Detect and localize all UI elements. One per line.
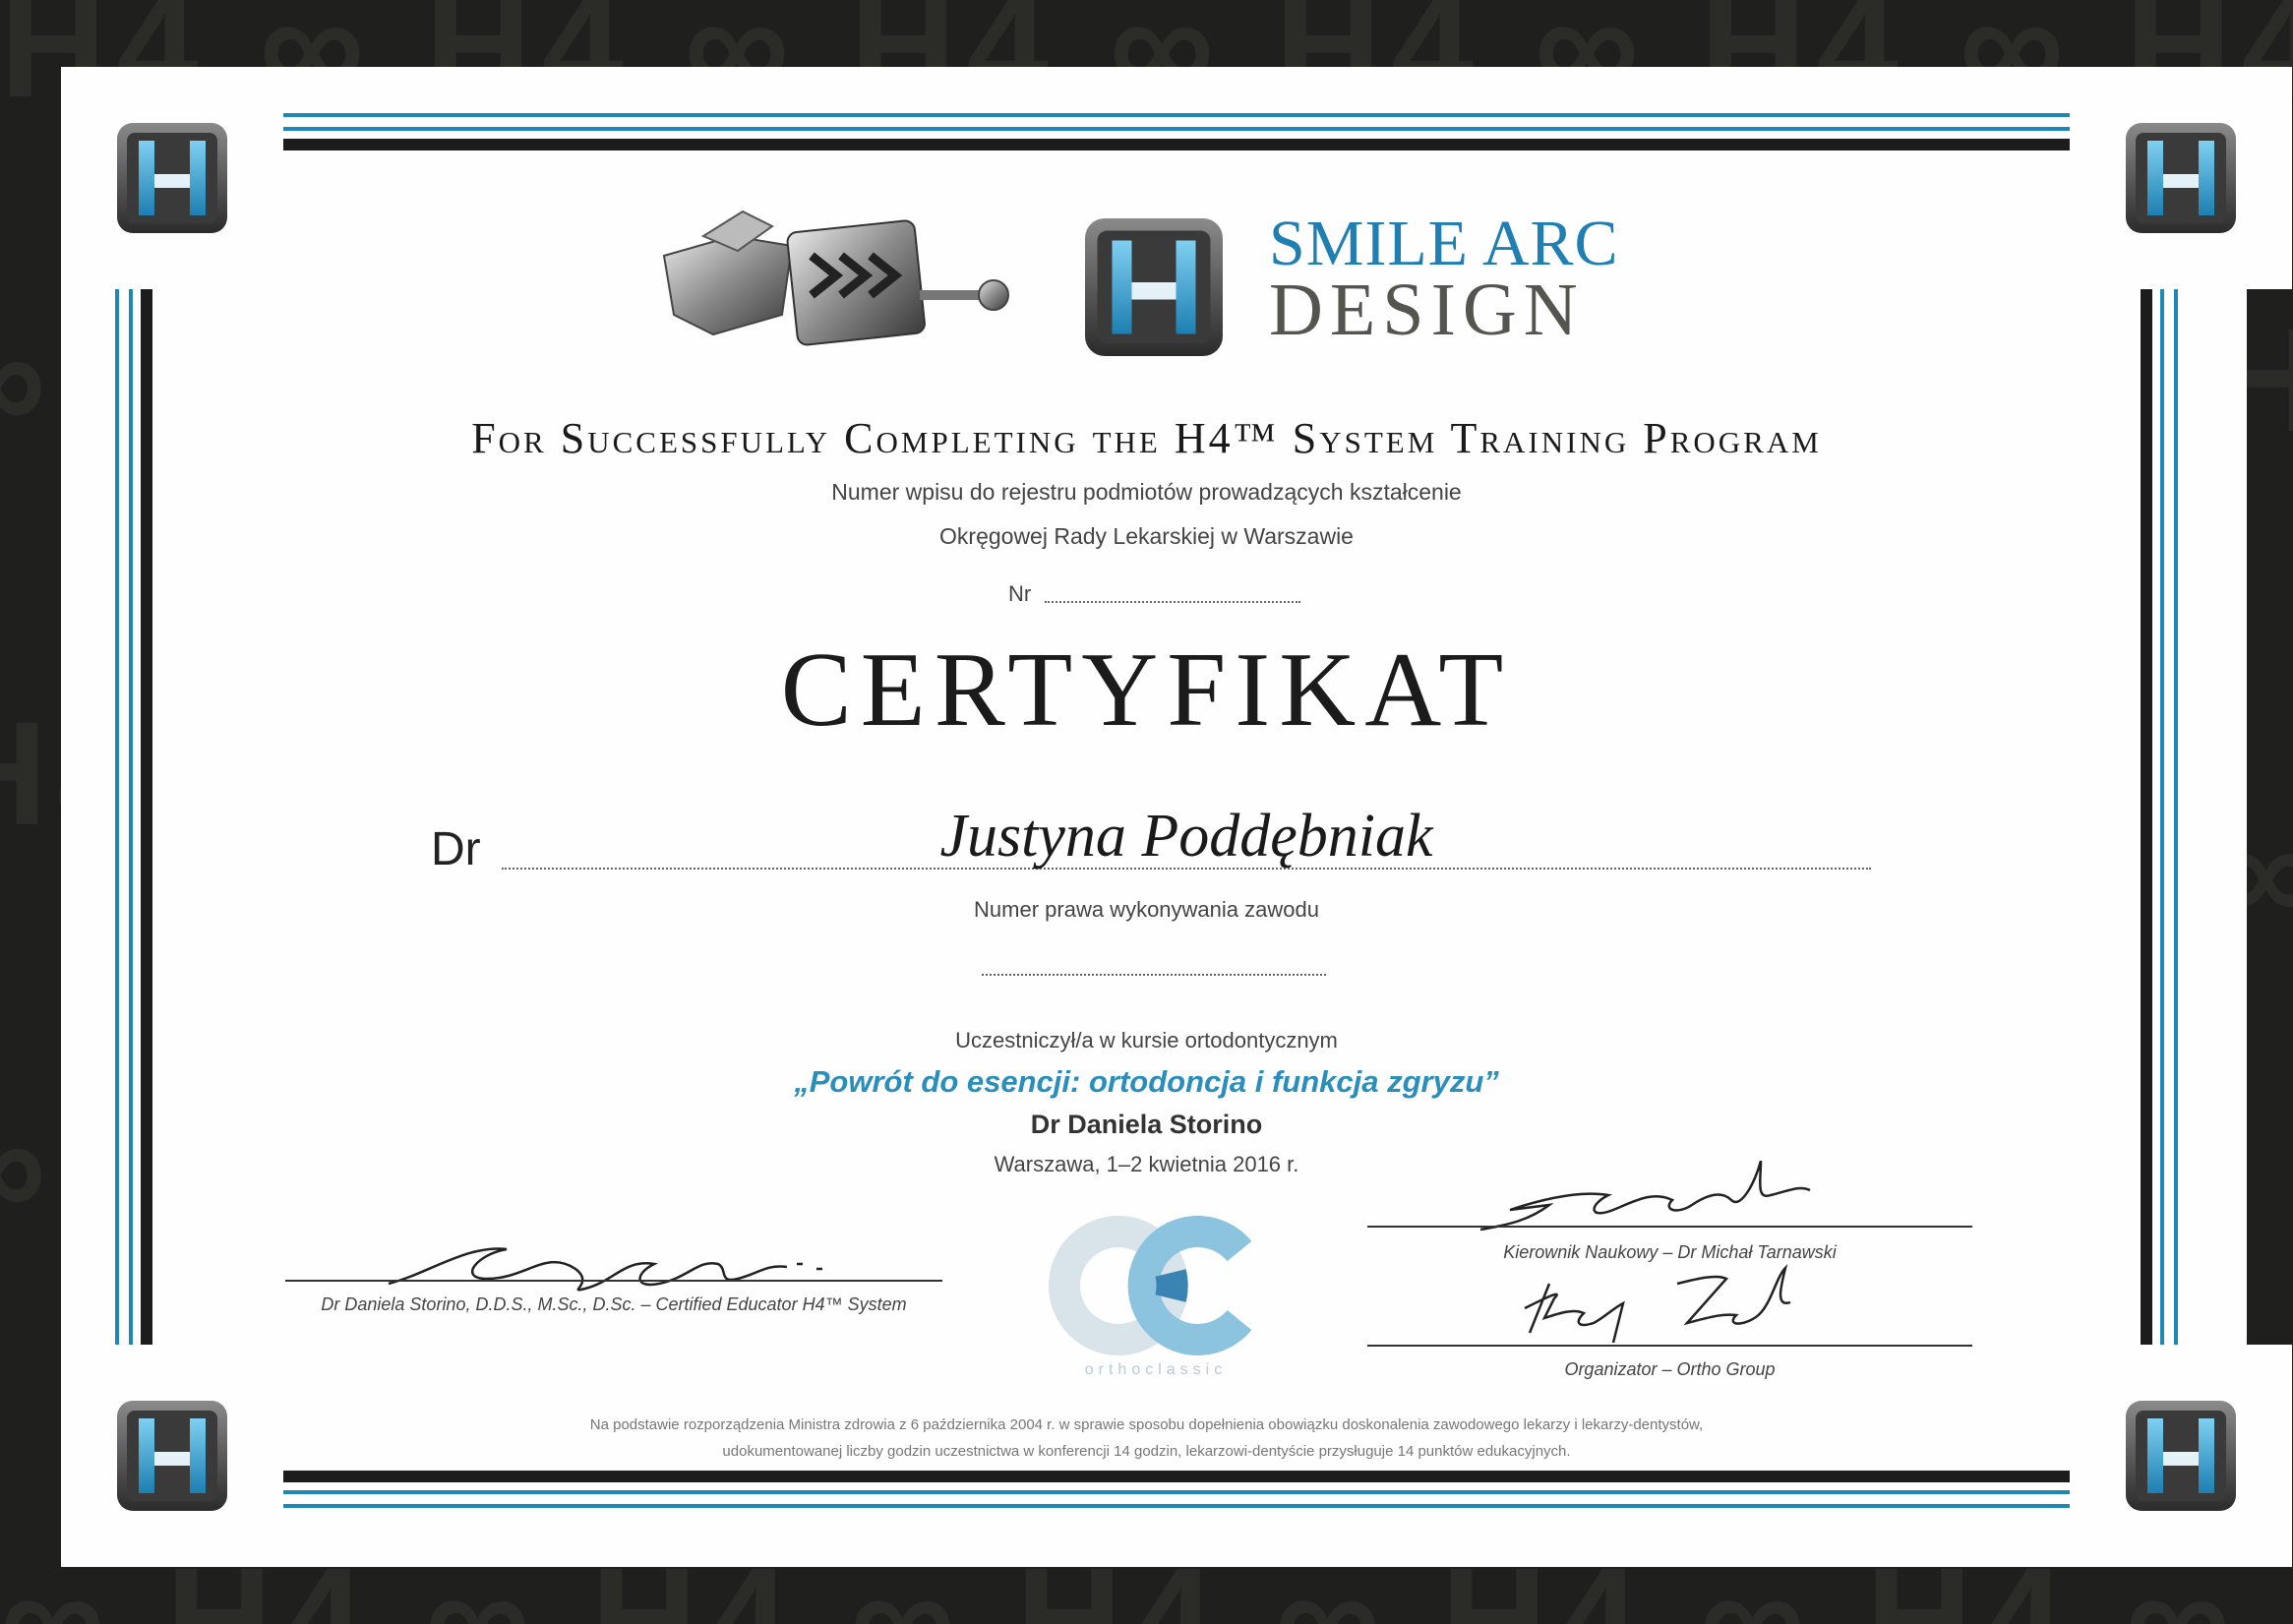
signature-tarnawski [1479,1161,1811,1232]
signature-caption-left: Dr Daniela Storino, D.D.S., M.Sc., D.Sc.… [321,1294,907,1314]
nr-label: Nr [1008,581,1032,606]
program-title: For Successfully Completing the H4™ Syst… [471,414,1822,462]
corner-top-right [2070,67,2292,289]
certificate-title: CERTYFIKAT [780,632,1513,749]
signature-zawadzki [1524,1264,1791,1344]
h4-logo-icon [117,123,227,233]
footer-line2: udokumentowanej liczby godzin uczestnict… [722,1443,1571,1460]
license-dotted-line [982,974,1326,976]
bracket-image [662,210,1009,346]
signature-caption-right-bottom: Organizator – Ortho Group [1564,1359,1776,1379]
course-lecturer: Dr Daniela Storino [1030,1110,1263,1139]
orthoclassic-logo [1049,1216,1252,1355]
recipient-name: Justyna Poddębniak [939,803,1433,870]
orthoclassic-logo-text: orthoclassic [1084,1361,1228,1378]
footer-line1: Na podstawie rozporządzenia Ministra zdr… [589,1416,1704,1433]
h4-logo-icon [2126,123,2236,233]
course-title: „Powrót do esencji: ortodoncja i funkcja… [794,1064,1499,1099]
h4-logo-icon [2126,1401,2236,1511]
nr-dotted-line [1045,601,1300,603]
h4-logo-icon [1085,218,1223,356]
registry-line1: Numer wpisu do rejestru podmiotów prowad… [831,479,1462,505]
license-label: Numer prawa wykonywania zawodu [974,897,1319,922]
corner-top-left [61,67,283,289]
signature-line-right-bottom [1367,1345,1972,1347]
signature-line-right-top [1367,1226,1972,1228]
recipient-prefix: Dr [431,823,481,875]
registry-line2: Okręgowej Rady Lekarskiej w Warszawie [939,523,1354,549]
brand-name-line2: DESIGN [1269,269,1585,351]
course-participation: Uczestniczył/a w kursie ortodontycznym [955,1028,1338,1053]
signature-line-left [285,1280,942,1282]
signature-caption-right-top: Kierownik Naukowy – Dr Michał Tarnawski [1503,1242,1837,1262]
